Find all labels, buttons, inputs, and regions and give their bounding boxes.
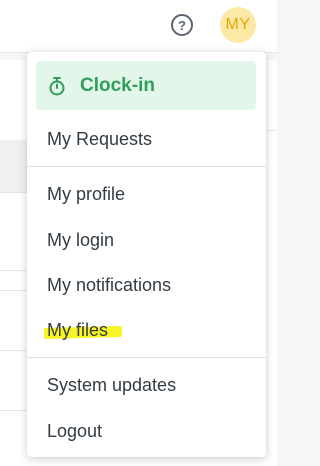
menu-item-system-updates[interactable]: System updates [27,365,266,405]
user-menu-dropdown: Clock-in My Requests My profile My login… [27,52,266,457]
clock-in-button[interactable]: Clock-in [36,61,256,110]
user-avatar-button[interactable]: MY [220,7,256,43]
menu-divider [27,357,266,358]
question-circle-icon: ? [178,17,186,33]
background-divider [0,290,30,291]
background-divider [0,410,30,411]
menu-item-my-files[interactable]: My files [27,310,266,350]
menu-item-label: My notifications [47,274,172,295]
help-button[interactable]: ? [171,14,193,36]
stopwatch-icon [47,76,67,96]
background-divider [0,350,30,351]
avatar-initials: MY [225,16,251,33]
background-divider [0,270,30,271]
menu-item-my-requests[interactable]: My Requests [27,119,266,159]
menu-item-label: My login [47,229,115,250]
background-edge [266,60,277,131]
menu-item-label: My files [47,319,109,340]
clock-in-label: Clock-in [80,74,155,96]
menu-item-label: Logout [47,420,103,441]
menu-item-my-login[interactable]: My login [27,220,266,260]
menu-divider [27,166,266,167]
background-table-header [0,140,30,193]
menu-item-label: My Requests [47,128,153,149]
menu-item-my-profile[interactable]: My profile [27,174,266,214]
menu-item-label: My profile [47,183,126,204]
menu-item-my-notifications[interactable]: My notifications [27,265,266,305]
menu-item-logout[interactable]: Logout [27,411,266,451]
menu-item-label: System updates [47,374,177,395]
